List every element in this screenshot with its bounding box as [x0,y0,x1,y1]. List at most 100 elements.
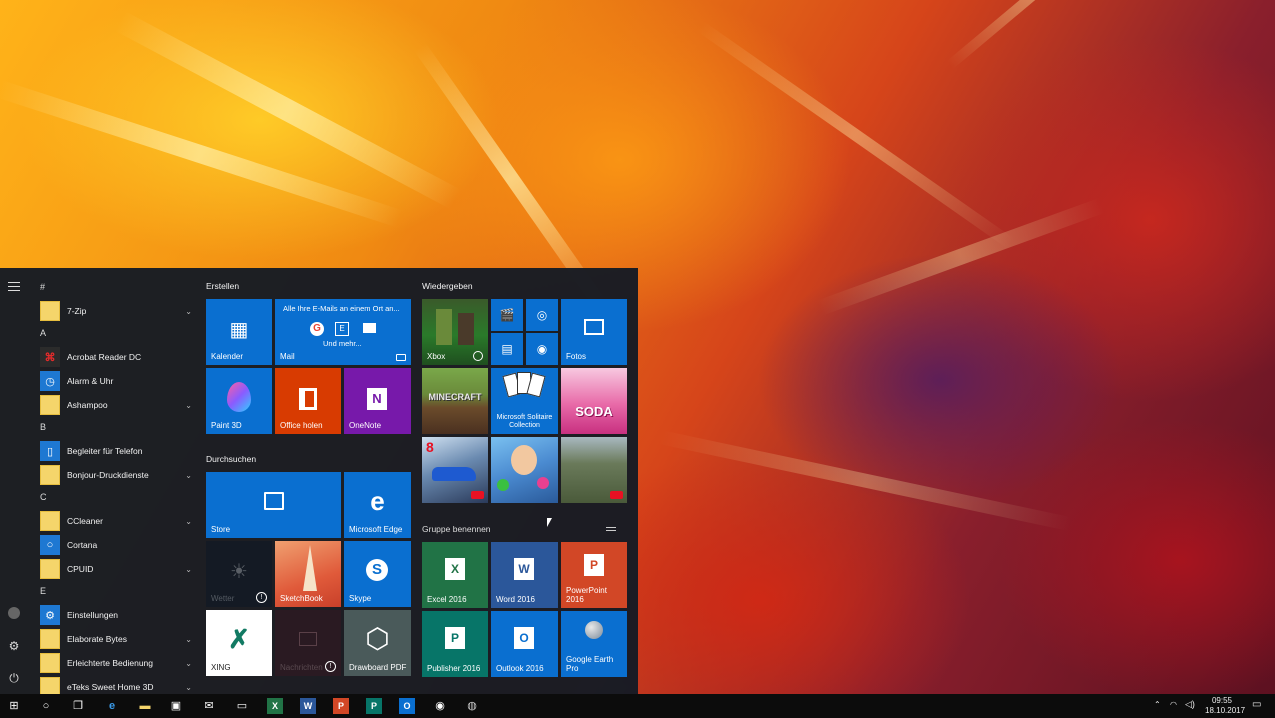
tile-drawboard[interactable]: ⬡ Drawboard PDF [344,610,411,676]
tile-groove[interactable]: ◎ [526,299,558,331]
chevron-down-icon[interactable]: ⌄ [185,683,192,692]
tile-label: Google Earth Pro [566,655,614,673]
google-earth-icon[interactable]: ◍ [464,698,480,714]
tile-onenote[interactable]: N OneNote [344,368,411,434]
mail-icon[interactable]: ✉ [201,698,217,714]
app-list-item[interactable]: 7-Zip ⌄ [40,300,192,322]
tile-publisher[interactable]: P Publisher 2016 [422,611,488,677]
tile-nachrichten[interactable]: Nachrichten ! [275,610,341,676]
windows-start-icon[interactable]: ⊞ [6,698,22,714]
powerpoint-icon[interactable]: P [333,698,349,714]
music-disc-icon: ◎ [536,308,548,322]
tile-store[interactable]: Store [206,472,341,538]
tile-solitaire[interactable]: Microsoft Solitaire Collection [491,368,558,434]
tile-rechner[interactable]: ▤ [491,333,523,365]
tile-kalender[interactable]: ▦ Kalender [206,299,272,365]
tile-xing[interactable]: ✗ XING [206,610,272,676]
user-avatar-icon[interactable] [8,607,20,619]
group-title-wiedergeben[interactable]: Wiedergeben [422,281,473,291]
tile-filme-tv[interactable]: 🎬 [491,299,523,331]
app-list-item[interactable]: Erleichterte Bedienung ⌄ [40,652,192,674]
clock[interactable]: 09:55 18.10.2017 [1205,696,1245,715]
tile-mail[interactable]: Alle Ihre E-Mails an einem Ort an... G E… [275,299,411,365]
chevron-down-icon[interactable]: ⌄ [185,565,192,574]
app-list-item-label: CCleaner [67,516,103,526]
remote-desktop-icon[interactable]: ▭ [234,698,250,714]
tile-sketchbook[interactable]: SketchBook [275,541,341,607]
tile-word[interactable]: W Word 2016 [491,542,558,608]
webcam-icon[interactable]: ◉ [432,698,448,714]
cortana-search-icon[interactable]: ○ [38,698,54,714]
envelope-icon [363,323,376,333]
app-list-item-label: Ashampoo [67,400,108,410]
chevron-down-icon[interactable]: ⌄ [185,401,192,410]
app-list-item[interactable]: eTeks Sweet Home 3D ⌄ [40,676,192,694]
group-title-erstellen[interactable]: Erstellen [206,281,239,291]
tile-asphalt[interactable]: 8 [422,437,488,503]
app-list-item[interactable]: ○ Cortana [40,534,192,556]
tile-bubble-witch[interactable] [491,437,558,503]
folder-icon [40,395,60,415]
task-view-icon[interactable]: ❐ [70,698,86,714]
section-letter[interactable]: E [40,586,46,596]
hamburger-menu-icon[interactable] [8,282,20,291]
app-list-item[interactable]: CPUID ⌄ [40,558,192,580]
app-list-item[interactable]: Bonjour-Druckdienste ⌄ [40,464,192,486]
tile-webcam[interactable]: ◉ [526,333,558,365]
app-list-item[interactable]: CCleaner ⌄ [40,510,192,532]
section-letter[interactable]: C [40,492,47,502]
app-list-item[interactable]: ⌘ Acrobat Reader DC [40,346,192,368]
tile-label: Skype [349,594,372,603]
tile-outlook[interactable]: O Outlook 2016 [491,611,558,677]
chevron-down-icon[interactable]: ⌄ [185,307,192,316]
tile-fotos[interactable]: Fotos [561,299,627,365]
chevron-down-icon[interactable]: ⌄ [185,517,192,526]
chevron-down-icon[interactable]: ⌄ [185,471,192,480]
tile-xbox[interactable]: Xbox [422,299,488,365]
settings-gear-icon[interactable]: ⚙ [6,638,22,654]
publisher-icon[interactable]: P [366,698,382,714]
tile-excel[interactable]: X Excel 2016 [422,542,488,608]
power-icon[interactable]: ⏻ [6,670,22,686]
mouse-cursor-icon [547,518,552,527]
skype-icon: S [366,559,388,581]
app-list-item[interactable]: Elaborate Bytes ⌄ [40,628,192,650]
chevron-down-icon[interactable]: ⌄ [185,635,192,644]
calculator-icon: ▤ [501,342,513,356]
group-name-field[interactable]: Gruppe benennen [422,524,491,534]
tile-paint3d[interactable]: Paint 3D [206,368,272,434]
tile-office[interactable]: Office holen [275,368,341,434]
section-letter[interactable]: A [40,328,46,338]
tile-minecraft[interactable]: MINECRAFT [422,368,488,434]
tile-candy-crush-soda[interactable]: SODA [561,368,627,434]
app-list-item-label: CPUID [67,564,94,574]
file-explorer-icon[interactable]: ▬ [137,698,153,714]
network-icon[interactable]: ◠ [1170,700,1177,709]
tile-edge[interactable]: e Microsoft Edge [344,472,411,538]
tile-label: Excel 2016 [427,595,467,604]
store-icon[interactable]: ▣ [168,698,184,714]
tile-age-of-empires[interactable] [561,437,627,503]
outlook-icon[interactable]: O [399,698,415,714]
chevron-down-icon[interactable]: ⌄ [185,659,192,668]
show-hidden-icons-chevron-icon[interactable]: ⌃ [1154,700,1161,709]
app-list-item[interactable]: ⚙ Einstellungen [40,604,192,626]
tile-google-earth[interactable]: Google Earth Pro [561,611,627,677]
tile-wetter[interactable]: ☀ Wetter ! [206,541,272,607]
volume-icon[interactable]: ◁) [1185,699,1195,710]
app-list-item-label: Erleichterte Bedienung [67,658,154,668]
group-title-durchsuchen[interactable]: Durchsuchen [206,454,256,464]
app-list-item-label: 7-Zip [67,306,87,316]
section-letter[interactable]: B [40,422,46,432]
app-list-item[interactable]: ▯ Begleiter für Telefon [40,440,192,462]
action-center-icon[interactable]: ▭ [1252,699,1261,710]
edge-icon[interactable]: e [104,698,120,714]
excel-icon[interactable]: X [267,698,283,714]
tile-powerpoint[interactable]: P PowerPoint 2016 [561,542,627,608]
app-list-item[interactable]: Ashampoo ⌄ [40,394,192,416]
tile-skype[interactable]: S Skype [344,541,411,607]
section-letter[interactable]: # [40,282,45,292]
group-drag-handle-icon[interactable] [606,527,616,531]
word-icon[interactable]: W [300,698,316,714]
app-list-item[interactable]: ◷ Alarm & Uhr [40,370,192,392]
